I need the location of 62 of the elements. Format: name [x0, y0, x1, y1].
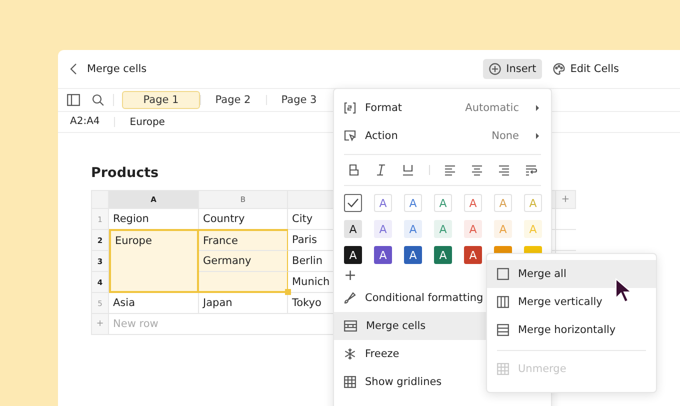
- color-swatch[interactable]: A: [404, 246, 422, 264]
- menu-item[interactable]: Format Automatic: [334, 94, 551, 122]
- text-wrap-icon[interactable]: [524, 164, 537, 176]
- page-tab[interactable]: Page 1: [122, 91, 200, 109]
- color-swatch[interactable]: A: [344, 246, 362, 264]
- check-icon: [347, 198, 359, 208]
- table-cell: Europe: [109, 229, 199, 293]
- cell-reference: A2:A4: [70, 117, 115, 127]
- menu-item[interactable]: Merge all: [487, 260, 656, 288]
- color-swatch[interactable]: A: [374, 246, 392, 264]
- menu-item[interactable]: Action None: [334, 122, 551, 150]
- color-swatch[interactable]: A: [404, 194, 422, 212]
- table-cell: Germany: [199, 251, 288, 272]
- color-swatch[interactable]: A: [464, 194, 482, 212]
- sidebar-icon[interactable]: [67, 94, 80, 106]
- brush-icon: [344, 292, 356, 304]
- align-right-icon[interactable]: [498, 164, 510, 176]
- page-tab[interactable]: Page 2: [200, 91, 266, 109]
- color-swatch[interactable]: A: [464, 220, 482, 238]
- plus-circle-icon: [489, 63, 502, 75]
- page-tab[interactable]: Page 3: [266, 91, 332, 109]
- square-icon: [497, 268, 509, 280]
- submenu-arrow-icon: [536, 133, 539, 139]
- sheet-title: Products: [91, 165, 159, 181]
- color-swatch[interactable]: [494, 246, 512, 253]
- merge-cells-icon: [344, 320, 357, 332]
- italic-icon[interactable]: [374, 164, 387, 176]
- color-swatch[interactable]: A: [374, 220, 392, 238]
- formula-value: Europe: [130, 116, 165, 128]
- color-swatch[interactable]: A: [404, 220, 422, 238]
- rows-icon: [497, 324, 509, 336]
- checkbox[interactable]: [344, 194, 362, 212]
- grid-icon: [497, 363, 509, 375]
- table-cell: Asia: [109, 293, 199, 314]
- color-swatch[interactable]: A: [434, 194, 452, 212]
- color-swatch[interactable]: A: [434, 246, 452, 264]
- grid-icon: [344, 376, 356, 388]
- snowflake-icon: [344, 348, 356, 360]
- fill-handle[interactable]: [285, 289, 291, 295]
- insert-button[interactable]: Insert: [483, 59, 542, 79]
- page-title: Merge cells: [87, 63, 147, 75]
- align-center-icon[interactable]: [471, 164, 484, 176]
- table-cell: Japan: [199, 293, 288, 314]
- columns-icon: [497, 296, 509, 308]
- search-icon[interactable]: [92, 94, 104, 106]
- table-cell: France: [199, 229, 288, 251]
- edit-cells-button[interactable]: Edit Cells: [547, 59, 625, 79]
- palette-icon: [553, 63, 566, 75]
- pointer-box-icon: [344, 130, 356, 142]
- color-swatch[interactable]: A: [374, 194, 392, 212]
- brackets-icon: [344, 102, 356, 114]
- bold-icon[interactable]: [348, 164, 360, 176]
- back-icon[interactable]: [70, 63, 78, 75]
- submenu-arrow-icon: [536, 105, 539, 111]
- add-column-button[interactable]: +: [556, 191, 576, 209]
- align-left-icon[interactable]: [444, 164, 456, 176]
- color-swatch[interactable]: A: [434, 220, 452, 238]
- cursor-icon: [615, 278, 632, 304]
- color-swatch[interactable]: [524, 246, 542, 253]
- color-swatch[interactable]: A: [464, 246, 482, 264]
- color-swatch[interactable]: A: [344, 220, 362, 238]
- underline-icon[interactable]: [402, 164, 414, 176]
